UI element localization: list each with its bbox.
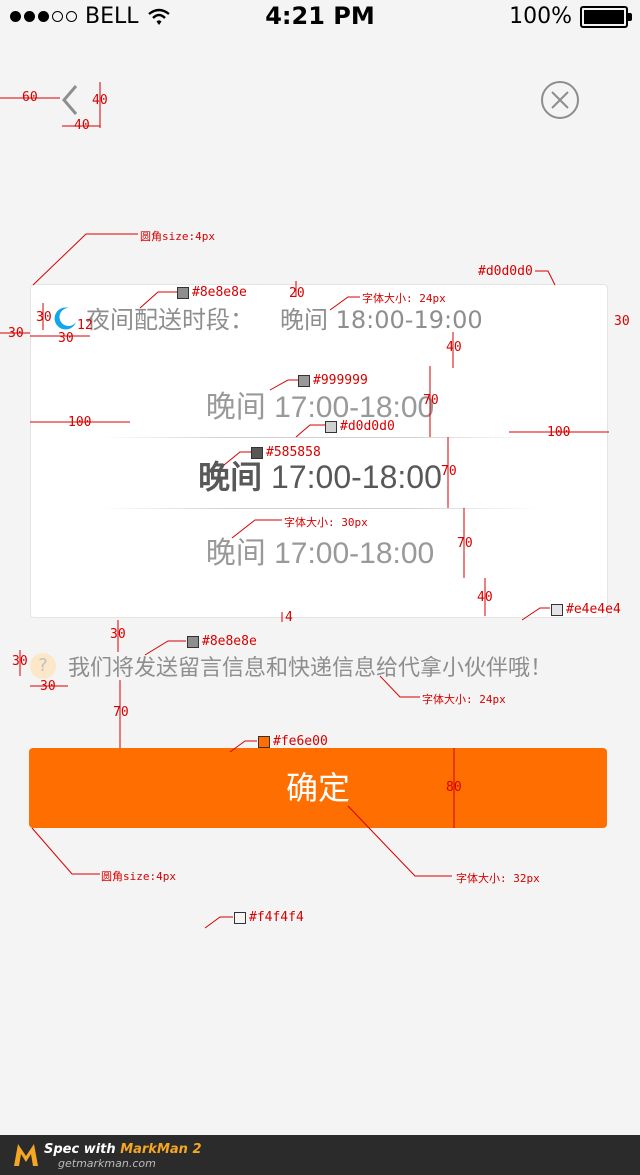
- back-chevron-icon[interactable]: [60, 80, 80, 120]
- option-day: 晚间: [205, 390, 266, 425]
- spec-label: 30: [40, 679, 56, 694]
- spec-label: 100: [68, 415, 92, 430]
- spec-label: #d0d0d0: [325, 419, 395, 434]
- spec-label: 70: [113, 705, 129, 720]
- spec-label: 100: [547, 425, 571, 440]
- option-time: 17:00-18:00: [271, 459, 442, 495]
- confirm-button[interactable]: 确定: [29, 748, 607, 828]
- close-circle-icon[interactable]: [540, 80, 580, 120]
- spec-label: 30: [8, 326, 24, 341]
- spec-label: 40: [446, 340, 462, 355]
- spec-label: #d0d0d0: [478, 264, 533, 279]
- spec-label: 30: [614, 314, 630, 329]
- spec-label: 70: [457, 536, 473, 551]
- spec-label: #e4e4e4: [551, 602, 621, 617]
- footer-tagline: Spec with MarkMan 2: [44, 1142, 202, 1157]
- spec-label: 圆角size:4px: [101, 870, 176, 883]
- spec-label: 字体大小: 30px: [284, 516, 368, 529]
- markman-logo-icon: [14, 1144, 38, 1166]
- spec-label: #f4f4f4: [234, 910, 304, 925]
- hint-row: ? 我们将发送留言信息和快递信息给代拿小伙伴哦！: [30, 650, 552, 682]
- spec-label: 30: [110, 627, 126, 642]
- option-time: 17:00-18:00: [274, 537, 435, 570]
- spec-label: 70: [441, 464, 457, 479]
- spec-label: 圆角size:4px: [140, 230, 215, 243]
- spec-label: 30: [58, 331, 74, 346]
- battery-group: 100%: [509, 4, 632, 29]
- moon-icon: [54, 306, 76, 329]
- battery-percent: 100%: [509, 4, 572, 29]
- status-bar: BELL 4:21 PM 100%: [0, 0, 640, 40]
- spec-label: 字体大小: 24px: [422, 693, 506, 706]
- battery-icon: [580, 5, 632, 28]
- spec-label: 30: [36, 310, 52, 325]
- spec-label: 30: [12, 654, 28, 669]
- night-delivery-label: 夜间配送时段：: [86, 306, 254, 334]
- spec-label: 40: [74, 118, 90, 133]
- option-day: 晚间: [205, 536, 266, 571]
- spec-label: #8e8e8e: [177, 285, 247, 300]
- question-icon: ?: [30, 653, 56, 679]
- time-option-above[interactable]: 晚间 17:00-18:00: [100, 382, 540, 426]
- spec-label: 40: [92, 93, 108, 108]
- spec-label: 40: [477, 590, 493, 605]
- spec-label: 70: [423, 393, 439, 408]
- spec-label: 60: [22, 90, 38, 105]
- spec-label: 20: [289, 286, 305, 301]
- spec-label: #fe6e00: [258, 734, 328, 749]
- spec-label: 80: [446, 780, 462, 795]
- spec-label: 字体大小: 32px: [456, 872, 540, 885]
- spec-label: 字体大小: 24px: [362, 292, 446, 305]
- footer-url[interactable]: getmarkman.com: [58, 1157, 156, 1170]
- time-option-below[interactable]: 晚间 17:00-18:00: [100, 528, 540, 572]
- picker-divider-bottom: [100, 508, 540, 509]
- spec-label: #999999: [298, 373, 368, 388]
- hint-text: 我们将发送留言信息和快递信息给代拿小伙伴哦！: [68, 656, 553, 681]
- spec-label: 12: [77, 318, 93, 333]
- picker-divider-top: [100, 437, 540, 438]
- spec-label: #585858: [251, 445, 321, 460]
- option-day: 晚间: [198, 458, 263, 496]
- spec-label: 4: [285, 610, 293, 625]
- spec-label: #8e8e8e: [187, 634, 257, 649]
